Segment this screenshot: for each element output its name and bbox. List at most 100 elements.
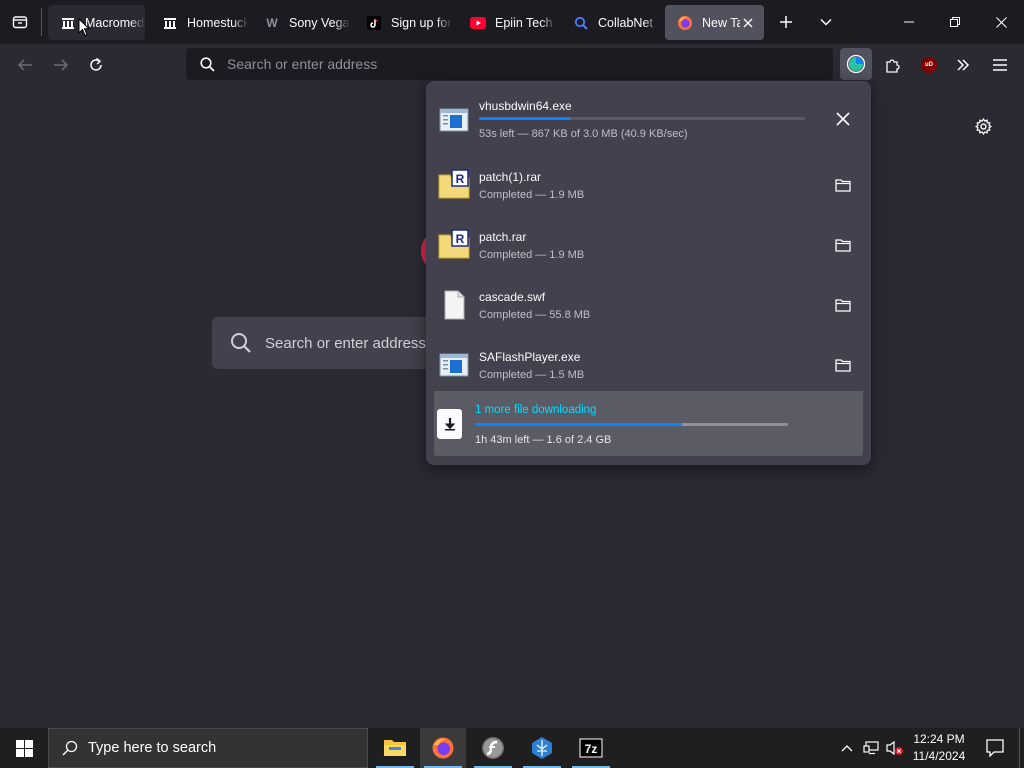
start-button[interactable] [0, 728, 48, 768]
firefox-icon [432, 737, 454, 759]
overflow-menu-button[interactable] [948, 50, 978, 80]
clock[interactable]: 12:24 PM 11/4/2024 [908, 728, 970, 768]
download-filename: SAFlashPlayer.exe [479, 350, 581, 364]
clock-time: 12:24 PM [913, 732, 965, 746]
summary-title[interactable]: 1 more file downloading [475, 404, 596, 416]
newtab-search-placeholder: Search or enter address [265, 334, 426, 352]
library-icon [60, 15, 76, 31]
taskbar-file-explorer[interactable] [372, 728, 418, 768]
tab-epiin-tech[interactable]: Epiin Tech [458, 5, 556, 40]
volume-button[interactable] [884, 728, 906, 768]
close-tab-icon[interactable] [740, 15, 756, 31]
new-tab-button[interactable] [772, 8, 800, 36]
network-icon [863, 741, 879, 755]
downloads-button[interactable] [840, 48, 872, 80]
firefox-view-button[interactable] [6, 8, 34, 36]
chevron-up-icon [841, 745, 853, 752]
extensions-button[interactable] [878, 50, 908, 80]
download-filename: patch(1).rar [479, 170, 542, 184]
taskbar-7zip[interactable]: 7z [568, 728, 614, 768]
ublock-shield-icon: uD [921, 57, 937, 73]
download-item[interactable]: R patch.rar Completed — 1.9 MB [434, 219, 863, 279]
folder-icon [384, 740, 406, 756]
svg-text:7z: 7z [585, 742, 598, 756]
speaker-muted-icon [886, 740, 903, 756]
svg-text:R: R [456, 232, 465, 246]
download-status: Completed — 1.9 MB [479, 249, 585, 261]
download-status: Completed — 1.9 MB [479, 189, 585, 201]
library-icon [162, 15, 178, 31]
forward-button[interactable] [46, 50, 76, 80]
tab-sony-vegas[interactable]: W Sony Vegas [252, 5, 350, 40]
navigation-toolbar: Search or enter address uD [0, 44, 1024, 86]
tab-title: Homestuck [187, 15, 248, 30]
tab-title: CollabNet [598, 15, 653, 30]
exe-icon [439, 353, 469, 377]
back-button[interactable] [10, 50, 40, 80]
firefox-view-icon [12, 16, 28, 29]
windows-logo-icon [15, 739, 33, 757]
summary-progress-bar [475, 423, 788, 426]
rar-icon: R [438, 169, 470, 199]
folder-icon [835, 299, 851, 312]
customize-newtab-button[interactable] [970, 113, 996, 139]
minimize-icon [904, 21, 914, 23]
firefox-icon [677, 15, 693, 31]
downloads-summary[interactable]: 1 more file downloading 1h 43m left — 1.… [434, 391, 863, 456]
download-item[interactable]: R patch(1).rar Completed — 1.9 MB [434, 159, 863, 219]
double-chevron-right-icon [957, 59, 970, 71]
show-desktop-button[interactable] [1019, 728, 1024, 768]
show-in-folder-button[interactable] [833, 175, 853, 195]
show-in-folder-button[interactable] [833, 235, 853, 255]
download-item[interactable]: cascade.swf Completed — 55.8 MB [434, 279, 863, 339]
summary-status: 1h 43m left — 1.6 of 2.4 GB [475, 434, 612, 446]
back-arrow-icon [17, 59, 32, 71]
close-icon [995, 16, 1007, 28]
folder-icon [835, 359, 851, 372]
taskbar-search-placeholder: Type here to search [88, 740, 217, 756]
tab-title: New Tab [702, 15, 740, 30]
address-bar[interactable]: Search or enter address [186, 48, 833, 80]
download-status: Completed — 55.8 MB [479, 309, 591, 321]
show-in-folder-button[interactable] [833, 355, 853, 375]
rar-icon: R [438, 229, 470, 259]
7zip-icon: 7z [579, 738, 603, 758]
gear-icon [974, 117, 992, 135]
tab-sign-up[interactable]: Sign up for [354, 5, 452, 40]
cancel-download-button[interactable] [833, 109, 853, 129]
tab-separator [41, 8, 42, 36]
search-icon [200, 56, 215, 72]
action-center-button[interactable] [972, 728, 1018, 768]
network-status-button[interactable] [860, 728, 882, 768]
download-item[interactable]: SAFlashPlayer.exe Completed — 1.5 MB [434, 339, 863, 399]
taskbar-virtualhere[interactable] [519, 728, 565, 768]
reload-button[interactable] [81, 50, 111, 80]
download-item[interactable]: vhusbdwin64.exe 53s left — 867 KB of 3.0… [434, 89, 863, 149]
restore-button[interactable] [932, 0, 978, 44]
download-status: 53s left — 867 KB of 3.0 MB (40.9 KB/sec… [479, 128, 688, 140]
show-hidden-icons-button[interactable] [836, 728, 858, 768]
tab-title: Sign up for [391, 15, 452, 30]
show-in-folder-button[interactable] [833, 295, 853, 315]
download-filename: vhusbdwin64.exe [479, 99, 572, 113]
taskbar-search-box[interactable]: Type here to search [48, 728, 368, 768]
search-icon [231, 333, 251, 353]
puzzle-piece-icon [886, 59, 900, 73]
download-progress-bar [479, 117, 805, 120]
notification-icon [986, 739, 1004, 757]
close-window-button[interactable] [978, 0, 1024, 44]
list-all-tabs-button[interactable] [812, 8, 840, 36]
tab-collabnet[interactable]: CollabNet [561, 5, 659, 40]
chevron-down-icon [820, 18, 832, 26]
tab-homestuck[interactable]: Homestuck [150, 5, 248, 40]
close-icon [836, 112, 850, 126]
download-progress-fill [479, 117, 571, 120]
taskbar-firefox[interactable] [420, 728, 466, 768]
app-menu-button[interactable] [985, 50, 1015, 80]
tab-new-tab[interactable]: New Tab [665, 5, 764, 40]
tab-macromedia[interactable]: Macromedia [48, 5, 145, 40]
taskbar-flash-player[interactable] [470, 728, 516, 768]
ublock-origin-button[interactable]: uD [914, 50, 944, 80]
summary-progress-fill [475, 423, 682, 426]
minimize-button[interactable] [886, 0, 932, 44]
